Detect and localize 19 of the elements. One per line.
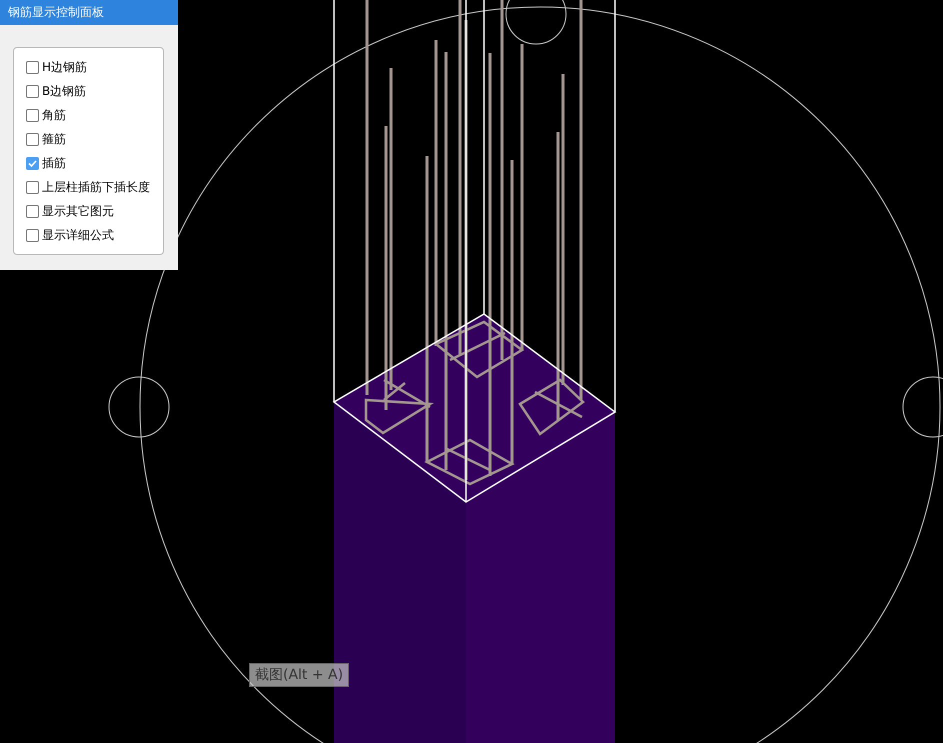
checkbox-label: 上层柱插筋下插长度 <box>42 179 150 196</box>
checkbox-label: H边钢筋 <box>42 59 88 76</box>
checkbox[interactable] <box>26 228 39 242</box>
tooltip: 截图(Alt + A) <box>249 663 350 687</box>
checkbox[interactable] <box>26 84 39 98</box>
small-circle <box>108 376 170 438</box>
checkbox[interactable] <box>26 108 39 122</box>
checkbox[interactable] <box>26 132 39 146</box>
checkbox-label: 显示其它图元 <box>42 203 114 220</box>
checkbox-label: 箍筋 <box>42 131 66 148</box>
panel-title: 钢筋显示控制面板 <box>0 0 178 25</box>
checkbox-label: 插筋 <box>42 155 66 172</box>
checkbox[interactable] <box>26 156 39 170</box>
checkbox-label: 角筋 <box>42 107 66 124</box>
checkbox[interactable] <box>26 180 39 194</box>
checkbox[interactable] <box>26 204 39 218</box>
checkbox-label: 显示详细公式 <box>42 227 114 244</box>
checkbox-label: B边钢筋 <box>42 83 86 100</box>
checkbox[interactable] <box>26 60 39 74</box>
